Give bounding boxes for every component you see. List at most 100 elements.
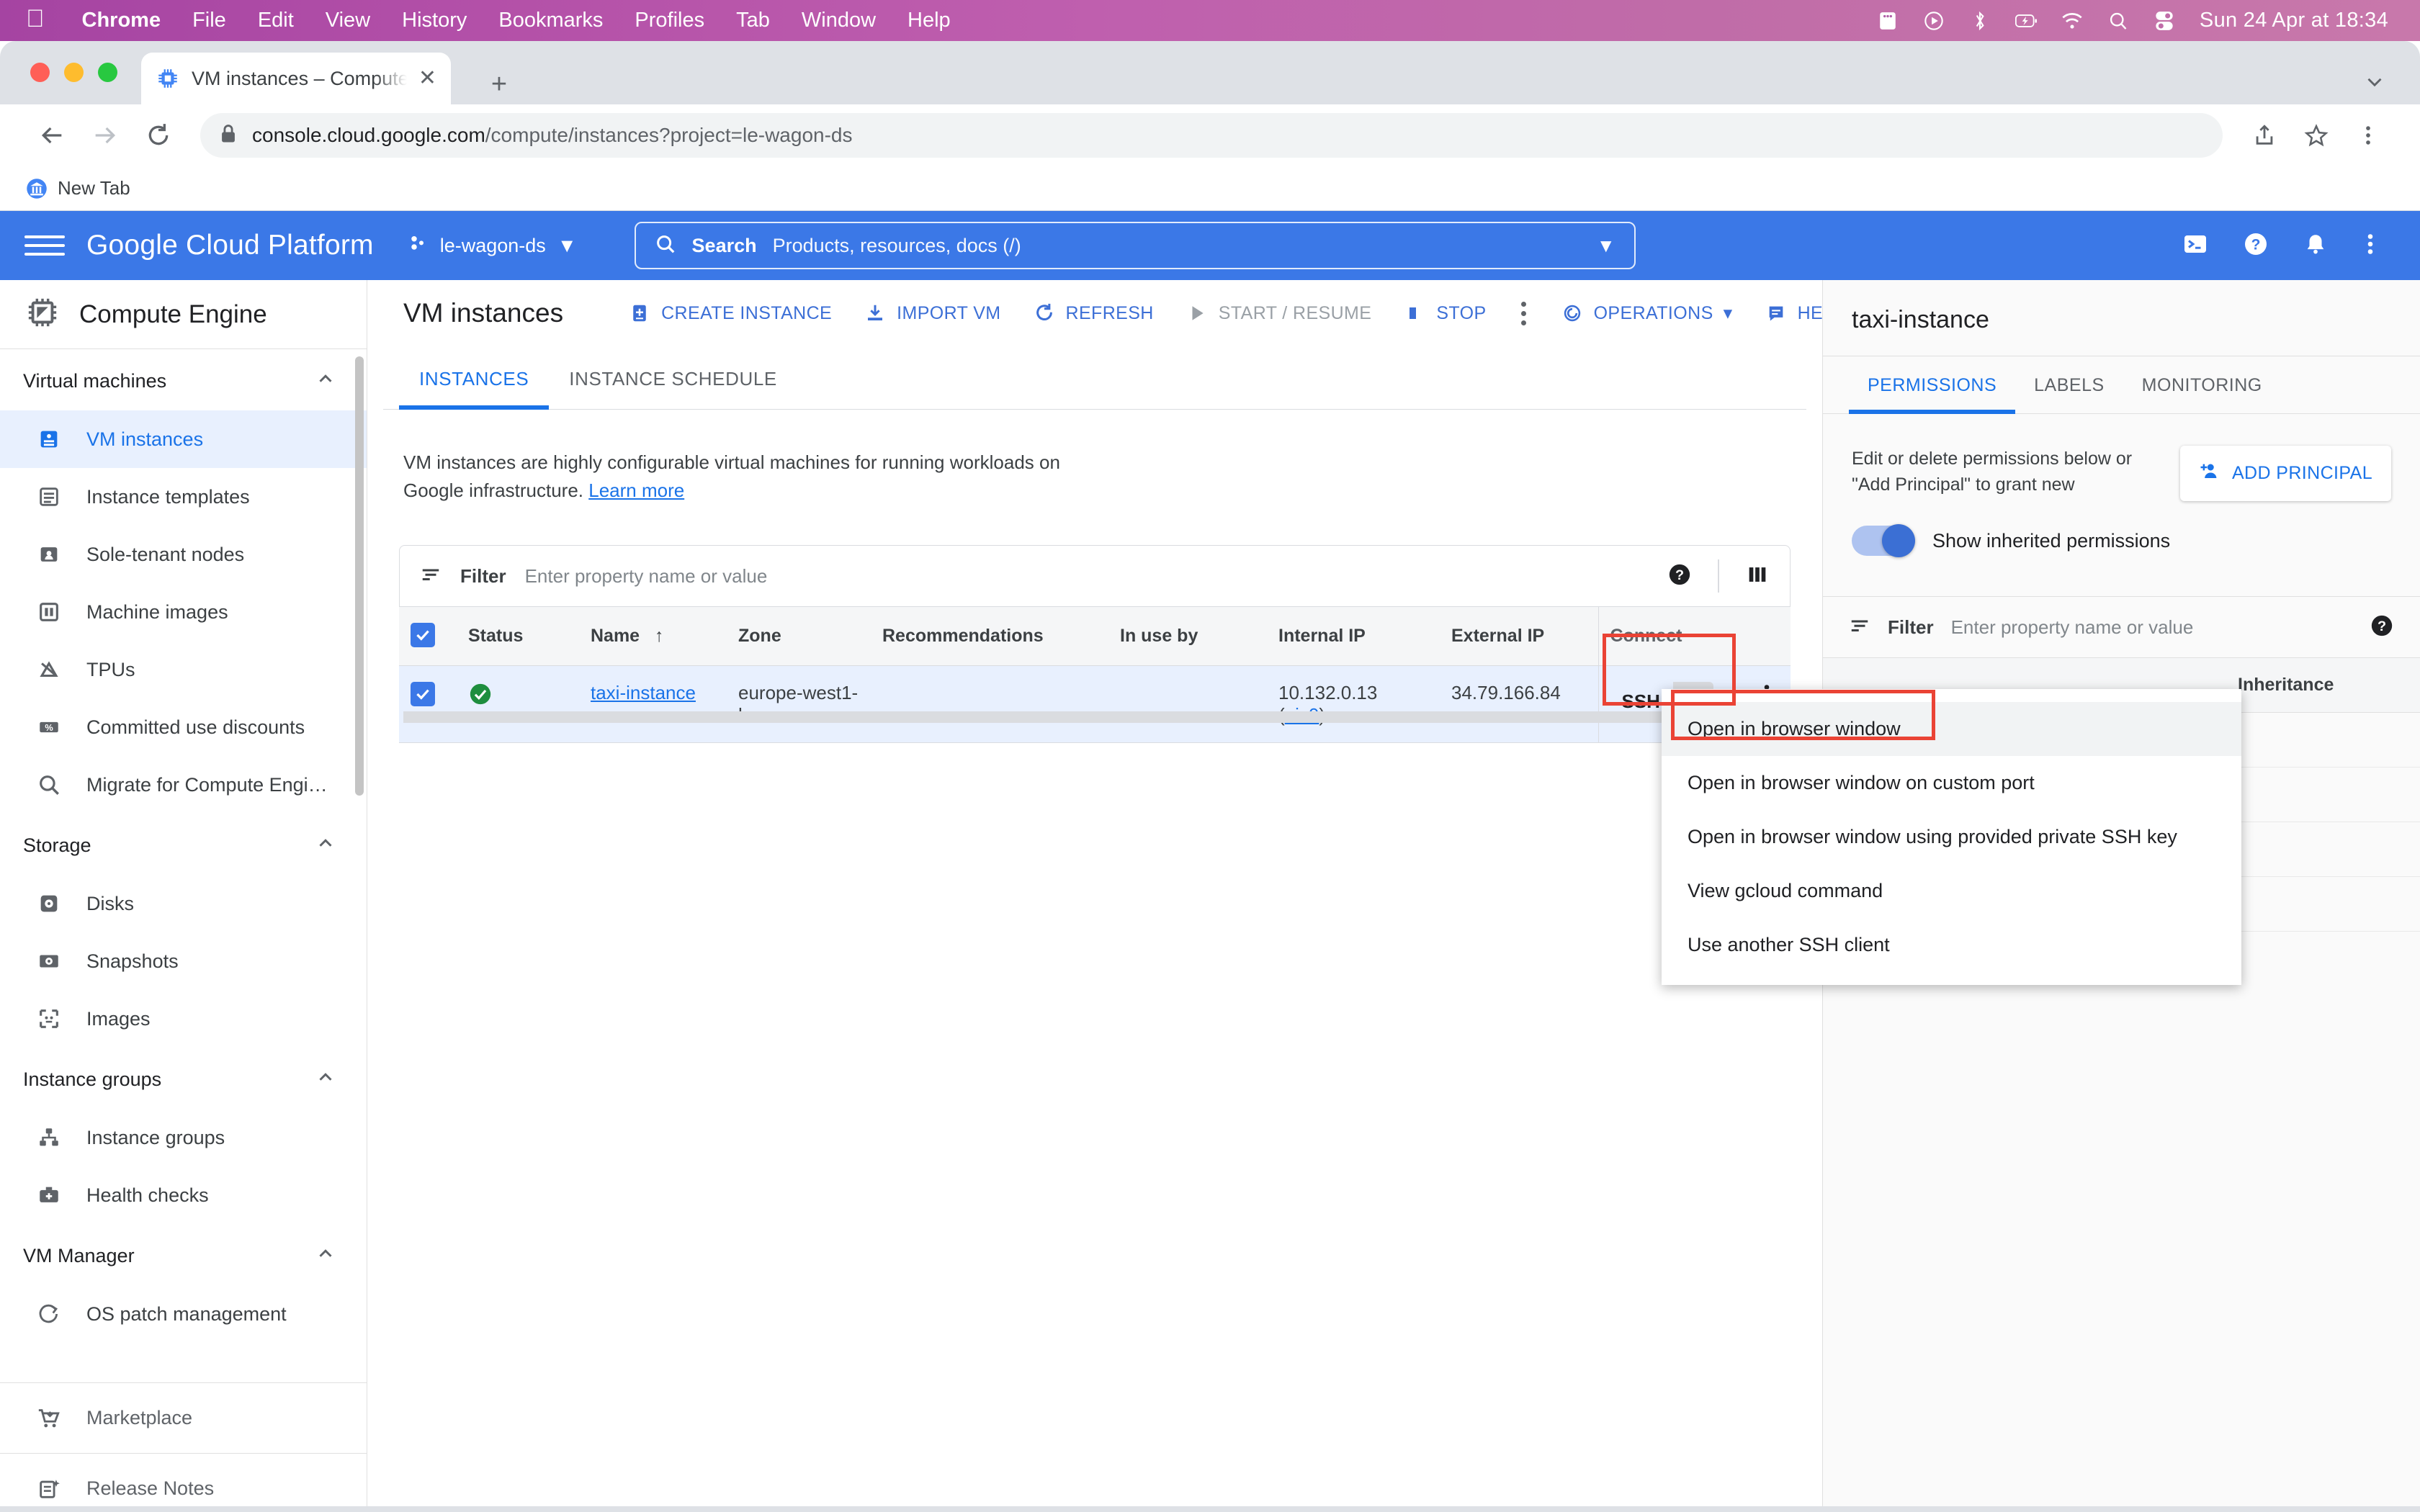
sidebar-group-virtual-machines[interactable]: Virtual machines	[0, 349, 367, 410]
menu-file[interactable]: File	[176, 9, 242, 32]
show-inherited-permissions-row[interactable]: Show inherited permissions	[1823, 501, 2420, 557]
help-circle-filled-icon[interactable]: ?	[2370, 613, 2394, 642]
sidebar-item-sole-tenant-nodes[interactable]: Sole-tenant nodes	[0, 526, 367, 583]
info-panel-filter-bar[interactable]: Filter Enter property name or value ?	[1823, 596, 2420, 658]
reload-icon[interactable]	[135, 112, 182, 158]
stop-button[interactable]: STOP	[1387, 290, 1502, 336]
share-icon[interactable]	[2241, 112, 2287, 158]
wifi-icon[interactable]	[2061, 10, 2083, 32]
minimize-window-button[interactable]	[64, 63, 84, 82]
help-circle-filled-icon[interactable]: ?	[1667, 562, 1692, 590]
table-horizontal-scrollbar[interactable]	[403, 711, 1793, 723]
menu-item-open-in-browser-window-private-ssh-key[interactable]: Open in browser window using provided pr…	[1662, 810, 2241, 864]
close-icon[interactable]: ✕	[418, 68, 436, 89]
show-inherited-permissions-toggle[interactable]	[1852, 524, 1915, 557]
menu-help[interactable]: Help	[892, 9, 967, 32]
tab-permissions[interactable]: PERMISSIONS	[1849, 356, 2016, 414]
notes-icon[interactable]	[1877, 10, 1899, 32]
sidebar-item-marketplace[interactable]: Marketplace	[0, 1383, 367, 1454]
close-window-button[interactable]	[30, 63, 50, 82]
column-name[interactable]: Name ↑	[579, 607, 727, 666]
sidebar-scrollbar[interactable]	[355, 356, 364, 796]
sidebar-item-snapshots[interactable]: Snapshots	[0, 932, 367, 990]
column-display-options-icon[interactable]	[1745, 562, 1770, 590]
operations-button[interactable]: OPERATIONS ▾	[1545, 290, 1749, 336]
sidebar-item-committed-use-discounts[interactable]: % Committed use discounts	[0, 698, 367, 756]
create-instance-button[interactable]: CREATE INSTANCE	[612, 290, 848, 336]
cloud-shell-icon[interactable]	[2182, 231, 2208, 261]
column-recommendations[interactable]: Recommendations	[871, 607, 1108, 666]
sidebar-item-migrate-for-compute-engine[interactable]: Migrate for Compute Engi…	[0, 756, 367, 814]
instance-name-link[interactable]: taxi-instance	[591, 682, 696, 703]
search-input[interactable]: Search Products, resources, docs (/) ▼	[634, 222, 1636, 269]
star-icon[interactable]	[2293, 112, 2339, 158]
tab-monitoring[interactable]: MONITORING	[2123, 356, 2281, 413]
filter-input-placeholder[interactable]: Enter property name or value	[1951, 616, 2194, 639]
add-principal-button[interactable]: ADD PRINCIPAL	[2179, 446, 2391, 501]
three-dots-vertical-icon[interactable]	[1502, 301, 1545, 325]
sidebar-item-disks[interactable]: Disks	[0, 875, 367, 932]
menu-window[interactable]: Window	[786, 9, 892, 32]
import-vm-button[interactable]: IMPORT VM	[848, 290, 1016, 336]
sidebar-item-tpus[interactable]: TPUs	[0, 641, 367, 698]
arrow-back-icon[interactable]	[29, 112, 75, 158]
menu-profiles[interactable]: Profiles	[619, 9, 720, 32]
browser-tab[interactable]: VM instances – Compute Engine ✕	[141, 53, 451, 104]
sidebar-item-release-notes[interactable]: Release Notes	[0, 1454, 367, 1512]
column-status[interactable]: Status	[457, 607, 579, 666]
menu-bookmarks[interactable]: Bookmarks	[483, 9, 619, 32]
three-dots-vertical-icon[interactable]	[2345, 112, 2391, 158]
project-selector[interactable]: le-wagon-ds ▼	[407, 233, 577, 259]
battery-charging-icon[interactable]	[2015, 10, 2037, 32]
spotlight-search-icon[interactable]	[2107, 10, 2129, 32]
hamburger-menu-icon[interactable]	[24, 225, 65, 266]
bluetooth-icon[interactable]	[1969, 10, 1991, 32]
column-external-ip[interactable]: External IP	[1440, 607, 1598, 666]
row-checkbox[interactable]	[411, 682, 435, 706]
menu-view[interactable]: View	[310, 9, 386, 32]
window-controls[interactable]	[30, 63, 117, 82]
menu-chrome[interactable]: Chrome	[66, 9, 177, 32]
sidebar-item-vm-instances[interactable]: VM instances	[0, 410, 367, 468]
chevron-down-icon[interactable]: ▼	[1597, 235, 1615, 257]
table-row[interactable]: taxi-instance europe-west1-b 10.132.0.13…	[399, 665, 1791, 743]
menu-edit[interactable]: Edit	[242, 9, 310, 32]
control-center-icon[interactable]	[2154, 10, 2175, 32]
sidebar-item-instance-templates[interactable]: Instance templates	[0, 468, 367, 526]
gcp-logo[interactable]: Google Cloud Platform	[86, 230, 374, 261]
chevron-down-icon[interactable]	[2362, 70, 2387, 98]
sidebar-item-os-patch-management[interactable]: OS patch management	[0, 1285, 367, 1343]
sidebar-item-machine-images[interactable]: Machine images	[0, 583, 367, 641]
sidebar-item-health-checks[interactable]: Health checks	[0, 1166, 367, 1224]
learn-more-link[interactable]: Learn more	[588, 480, 684, 501]
tab-instance-schedule[interactable]: INSTANCE SCHEDULE	[549, 346, 797, 409]
tab-instances[interactable]: INSTANCES	[399, 346, 550, 410]
filter-input-placeholder[interactable]: Enter property name or value	[525, 565, 768, 588]
bookmark-new-tab[interactable]: New Tab	[26, 177, 130, 199]
menu-tab[interactable]: Tab	[720, 9, 786, 32]
menu-item-open-in-browser-window-custom-port[interactable]: Open in browser window on custom port	[1662, 756, 2241, 810]
table-filter-bar[interactable]: Filter Enter property name or value ?	[399, 545, 1791, 607]
maximize-window-button[interactable]	[98, 63, 117, 82]
column-zone[interactable]: Zone	[727, 607, 871, 666]
menu-history[interactable]: History	[386, 9, 483, 32]
menu-item-open-in-browser-window[interactable]: Open in browser window	[1662, 702, 2241, 756]
help-circle-icon[interactable]: ?	[2243, 231, 2269, 261]
sidebar-item-images[interactable]: Images	[0, 990, 367, 1048]
column-internal-ip[interactable]: Internal IP	[1267, 607, 1440, 666]
menu-item-view-gcloud-command[interactable]: View gcloud command	[1662, 864, 2241, 918]
select-all-checkbox[interactable]	[411, 623, 435, 647]
new-tab-button[interactable]: +	[483, 70, 516, 103]
tab-labels[interactable]: LABELS	[2015, 356, 2123, 413]
menu-item-use-another-ssh-client[interactable]: Use another SSH client	[1662, 918, 2241, 972]
refresh-button[interactable]: REFRESH	[1017, 290, 1170, 336]
sidebar-item-instance-groups[interactable]: Instance groups	[0, 1109, 367, 1166]
sidebar-group-storage[interactable]: Storage	[0, 814, 367, 875]
play-circle-icon[interactable]	[1923, 10, 1945, 32]
column-in-use-by[interactable]: In use by	[1108, 607, 1267, 666]
three-dots-vertical-icon[interactable]	[2362, 231, 2378, 261]
address-bar[interactable]: console.cloud.google.com/compute/instanc…	[200, 113, 2223, 158]
sidebar-group-instance-groups[interactable]: Instance groups	[0, 1048, 367, 1109]
sidebar-group-vm-manager[interactable]: VM Manager	[0, 1224, 367, 1285]
apple-logo-icon[interactable]: 	[26, 6, 45, 31]
